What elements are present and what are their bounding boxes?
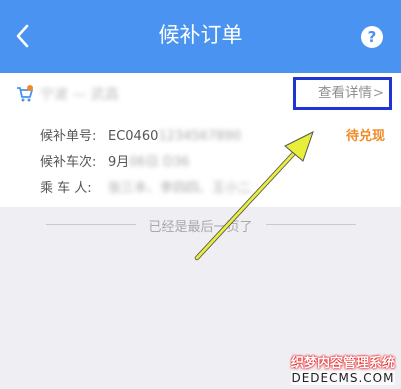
status-badge: 待兑现 xyxy=(345,129,385,144)
passenger-redacted: 张三丰、李四四、王小二 xyxy=(108,181,252,196)
route-text: 宁波 — 武昌 xyxy=(40,87,119,103)
order-number-redacted: 1234567890 xyxy=(158,129,242,144)
train-number-value: 9月 xyxy=(108,155,130,170)
watermark: 织梦内容管理系统 DEDECMS.COM xyxy=(290,352,395,385)
order-route-row: 宁波 — 武昌 查看详情 > xyxy=(0,73,401,115)
train-number-redacted: 06日 D36 xyxy=(129,155,190,170)
passenger-row: 乘 车 人: 张三丰、李四四、王小二 xyxy=(40,177,251,196)
train-number-row: 候补车次: 9月06日 D36 xyxy=(40,151,190,170)
header-bar: 候补订单 ? xyxy=(0,0,401,73)
page-title: 候补订单 xyxy=(158,23,243,47)
cart-icon xyxy=(17,85,33,102)
end-of-list-label: 已经是最后一页了 xyxy=(142,220,259,235)
chevron-right-icon: > xyxy=(372,85,384,101)
order-number-row: 候补单号: EC04601234567890 xyxy=(40,125,241,144)
order-info-card: 候补单号: EC04601234567890 候补车次: 9月06日 D36 乘 车… xyxy=(0,115,401,207)
end-of-list-text: 已经是最后一页了 xyxy=(0,216,401,235)
question-circle-icon[interactable]: ? xyxy=(361,26,383,48)
order-number-value: EC0460 xyxy=(108,129,159,144)
train-number-label: 候补车次: xyxy=(40,155,97,170)
watermark-line1: 织梦内容管理系统 xyxy=(290,356,395,371)
view-details-label: 查看详情 xyxy=(318,85,372,101)
passenger-label: 乘 车 人: xyxy=(40,181,92,196)
view-details-link[interactable]: 查看详情 > xyxy=(293,77,392,110)
watermark-line2: DEDECMS.COM xyxy=(290,371,395,385)
order-number-label: 候补单号: xyxy=(40,129,97,144)
